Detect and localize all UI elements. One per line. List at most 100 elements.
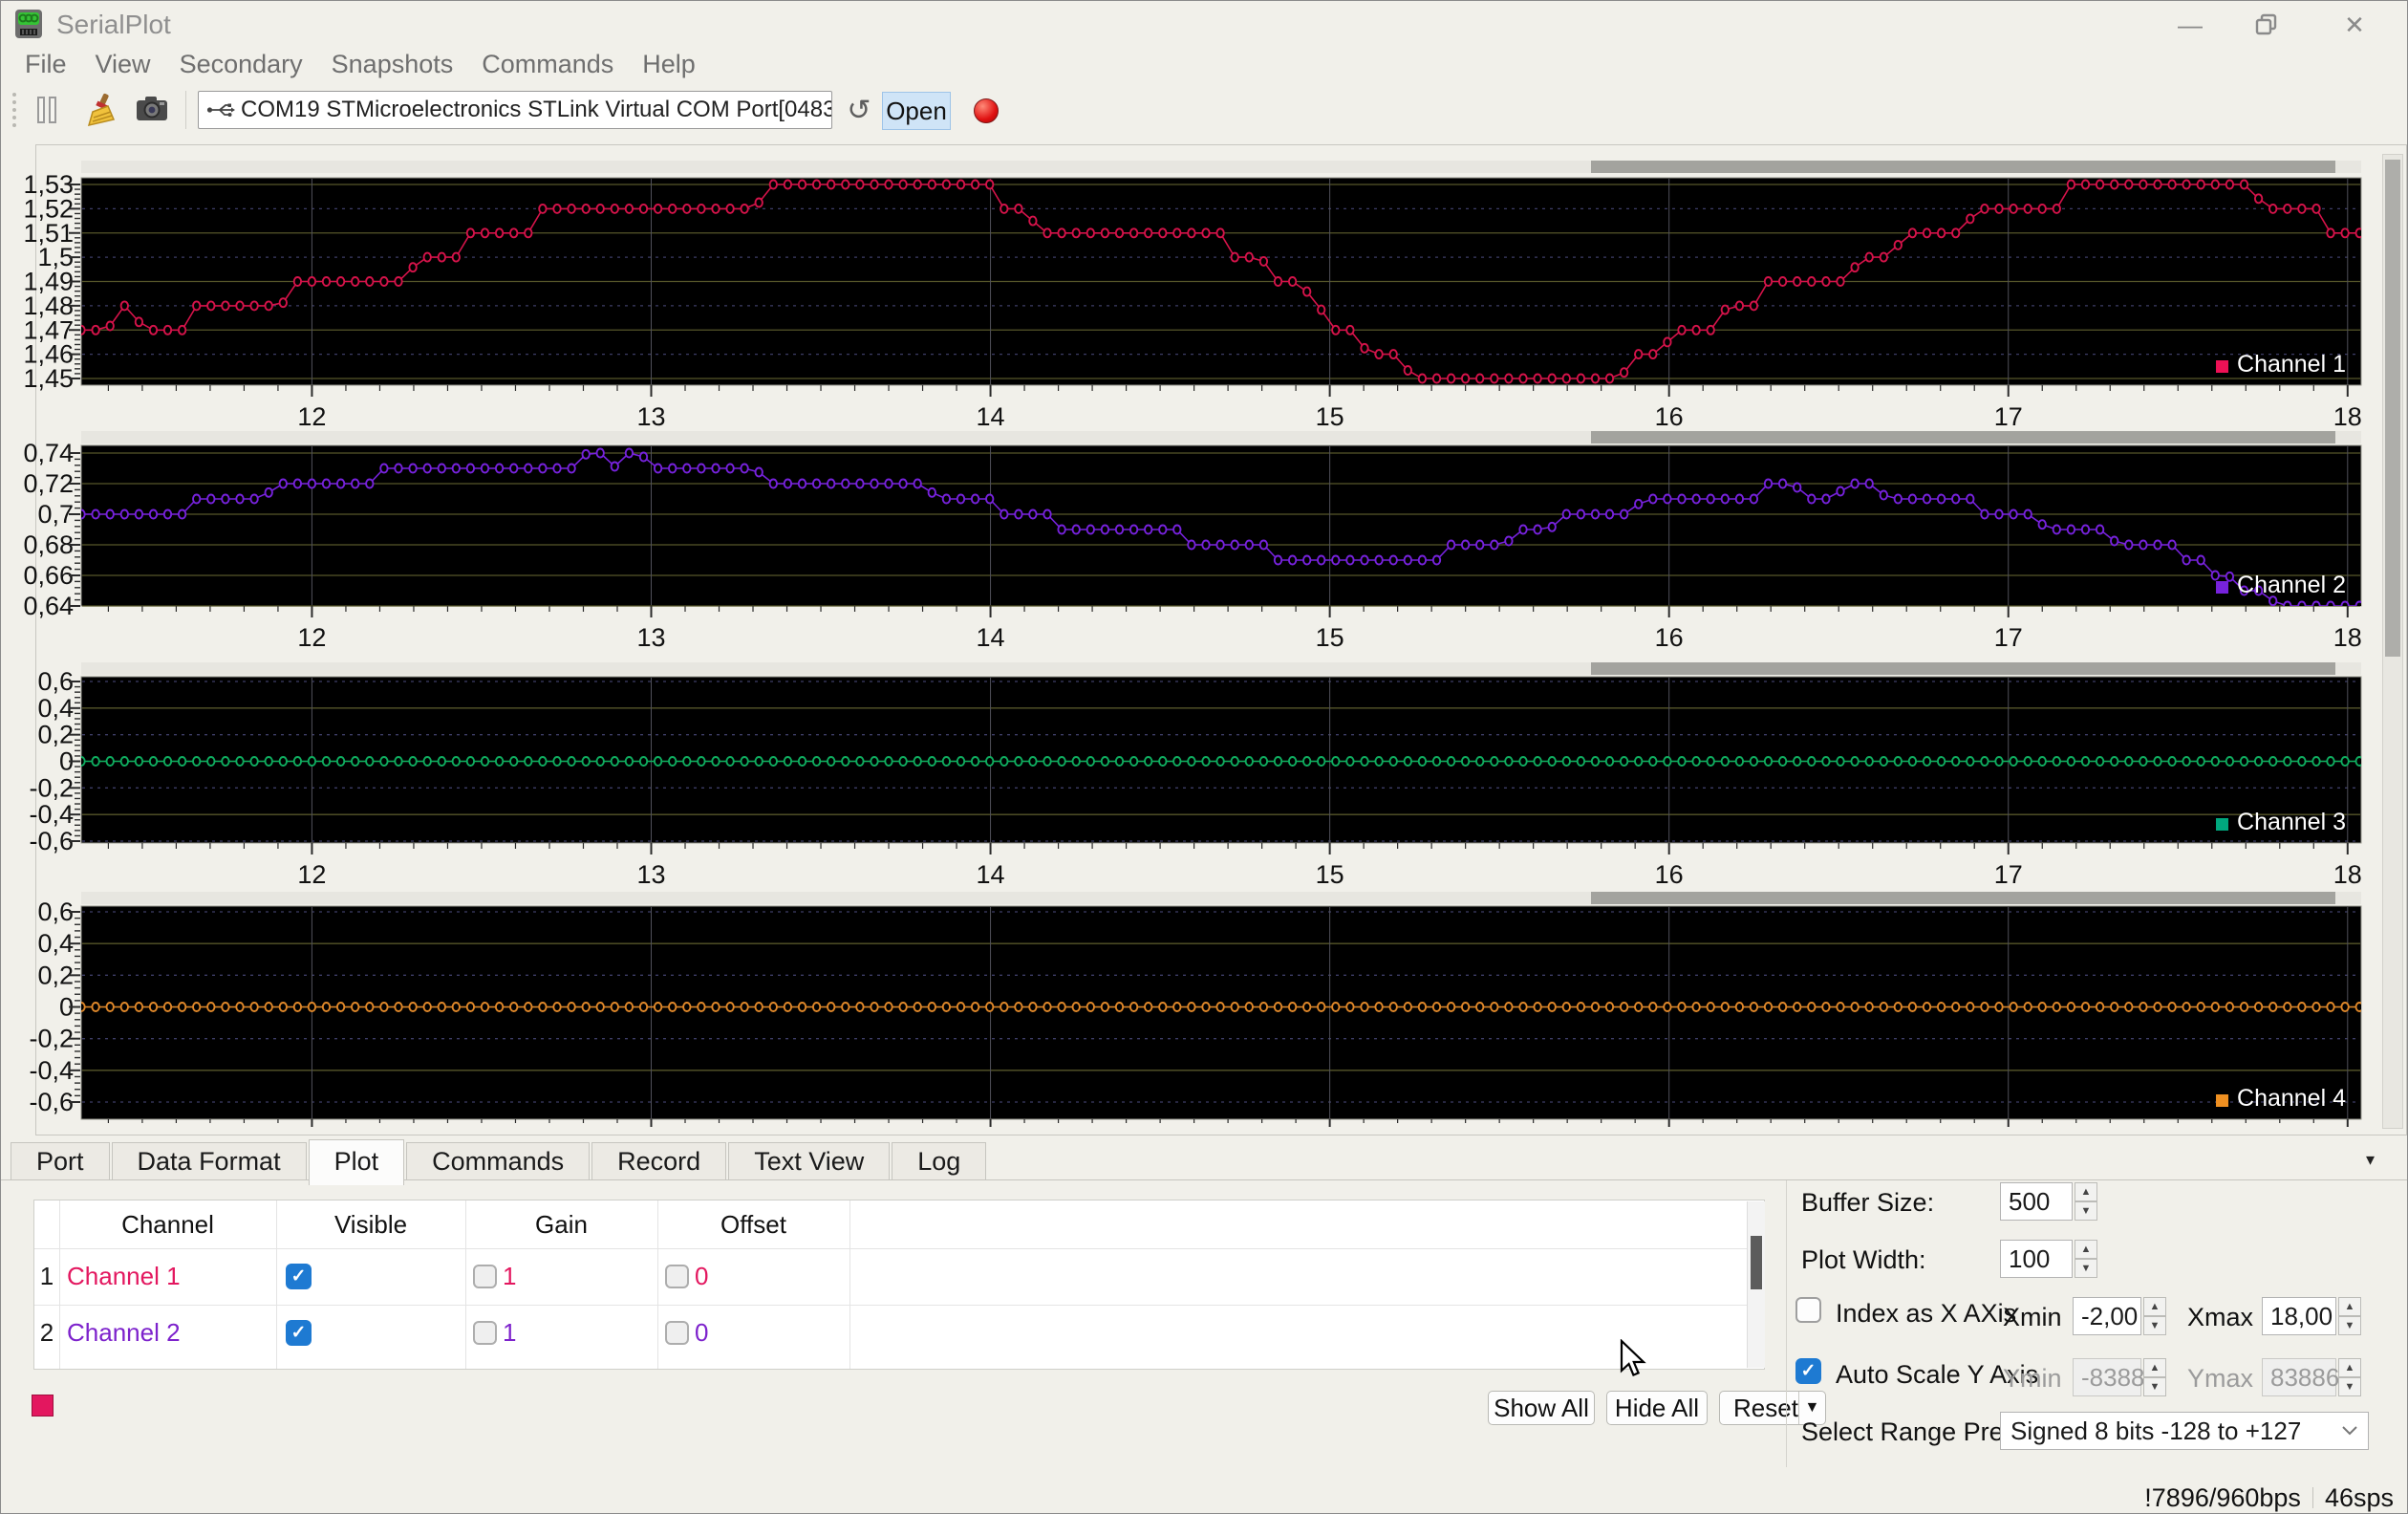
table-scrollbar[interactable]: [1747, 1201, 1765, 1368]
tab-log[interactable]: Log: [892, 1142, 986, 1179]
port-selector-combobox[interactable]: COM19 STMicroelectronics STLink Virtual …: [198, 91, 832, 129]
plot-width-label: Plot Width:: [1801, 1245, 1926, 1275]
close-button[interactable]: ✕: [2333, 11, 2376, 39]
col-header-visible[interactable]: Visible: [276, 1200, 465, 1248]
refresh-ports-button[interactable]: ↺: [844, 91, 874, 129]
svg-text:15: 15: [1316, 623, 1344, 652]
xmin-spinbox[interactable]: -2,00 ▲▼: [2073, 1297, 2166, 1335]
menu-item-view[interactable]: View: [81, 50, 165, 79]
gain-checkbox[interactable]: [473, 1265, 497, 1288]
visible-checkbox[interactable]: ✓: [286, 1320, 312, 1346]
svg-text:-0,2: -0,2: [29, 1025, 74, 1053]
svg-text:1,45: 1,45: [23, 364, 74, 393]
gain-value[interactable]: 1: [503, 1318, 516, 1348]
offset-checkbox[interactable]: [665, 1321, 689, 1345]
svg-text:18: 18: [2333, 860, 2362, 889]
plot-hscroll-thumb[interactable]: [1591, 161, 2335, 173]
restore-icon: [2254, 12, 2279, 37]
autoscale-y-checkbox[interactable]: ✓: [1795, 1358, 1821, 1384]
channel-name[interactable]: Channel 1: [59, 1248, 284, 1305]
menu-item-secondary[interactable]: Secondary: [165, 50, 317, 79]
table-scroll-thumb[interactable]: [1751, 1236, 1762, 1289]
serialplot-window: SerialPlot — ✕ FileViewSecondarySnapshot…: [0, 0, 2408, 1514]
buffer-size-label: Buffer Size:: [1801, 1188, 1934, 1218]
xmax-arrows[interactable]: ▲▼: [2338, 1297, 2361, 1335]
plot-hscroll-thumb[interactable]: [1591, 662, 2335, 675]
offset-value[interactable]: 0: [695, 1318, 708, 1348]
hide-all-button[interactable]: Hide All: [1606, 1391, 1708, 1425]
tabbar: PortData FormatPlotCommandsRecordText Vi…: [1, 1135, 2407, 1180]
range-preset-select[interactable]: Signed 8 bits -128 to +127: [2000, 1412, 2369, 1450]
offset-cell: 0: [657, 1248, 857, 1305]
restore-button[interactable]: [2245, 11, 2289, 39]
tab-port[interactable]: Port: [11, 1142, 110, 1179]
svg-text:0,74: 0,74: [23, 439, 74, 467]
pause-button[interactable]: [37, 97, 62, 123]
plot-channel-1[interactable]: 1,531,521,511,51,491,481,471,461,4512131…: [1, 144, 2408, 431]
plot-hscroll-thumb[interactable]: [1591, 892, 2335, 904]
plot-vertical-scrollbar[interactable]: [2382, 154, 2403, 1129]
col-header-gain[interactable]: Gain: [465, 1200, 657, 1248]
xmin-label: Xmin: [2003, 1303, 2062, 1332]
menu-item-snapshots[interactable]: Snapshots: [317, 50, 468, 79]
plot-width-arrows[interactable]: ▲▼: [2075, 1240, 2097, 1278]
ymin-value: -8388: [2073, 1358, 2141, 1396]
channel-name[interactable]: Channel 2: [59, 1305, 284, 1361]
status-separator: [2312, 1487, 2313, 1508]
svg-text:14: 14: [977, 623, 1005, 652]
toolbar-drag-handle[interactable]: [12, 93, 16, 127]
tab-overflow-button[interactable]: ▾: [2366, 1150, 2375, 1170]
show-all-button[interactable]: Show All: [1488, 1391, 1595, 1425]
offset-checkbox[interactable]: [665, 1265, 689, 1288]
row-number: 2: [34, 1305, 59, 1361]
tab-text-view[interactable]: Text View: [728, 1142, 890, 1179]
status-bps: !7896/960bps: [2144, 1483, 2301, 1513]
tab-data-format[interactable]: Data Format: [112, 1142, 307, 1179]
offset-value[interactable]: 0: [695, 1262, 708, 1291]
svg-text:0,66: 0,66: [23, 561, 74, 590]
record-button[interactable]: [974, 98, 999, 123]
window-title: SerialPlot: [56, 10, 171, 40]
minimize-button[interactable]: —: [2168, 11, 2212, 39]
legend-swatch: [2216, 360, 2228, 373]
plot-channel-3[interactable]: 0,60,40,20-0,2-0,4-0,612131415161718Chan…: [1, 656, 2408, 891]
menu-item-file[interactable]: File: [11, 50, 81, 79]
gain-cell: 1: [465, 1305, 665, 1361]
plot-channel-2[interactable]: 0,740,720,70,680,660,6412131415161718Cha…: [1, 424, 2408, 656]
plot-vscroll-thumb[interactable]: [2385, 160, 2400, 657]
plot-channel-4[interactable]: 0,60,40,20-0,2-0,4-0,6Channel 4: [1, 891, 2408, 1133]
clear-plot-button[interactable]: [85, 93, 116, 127]
status-sps: 46sps: [2325, 1483, 2394, 1513]
snapshot-camera-button[interactable]: [135, 93, 169, 123]
menu-item-help[interactable]: Help: [628, 50, 710, 79]
svg-text:13: 13: [636, 860, 665, 889]
xmax-spinbox[interactable]: 18,00 ▲▼: [2262, 1297, 2361, 1335]
ymax-spinbox: 83886 ▲▼: [2262, 1358, 2361, 1396]
xmin-arrows[interactable]: ▲▼: [2143, 1297, 2166, 1335]
buffer-size-arrows[interactable]: ▲▼: [2075, 1182, 2097, 1221]
gain-value[interactable]: 1: [503, 1262, 516, 1291]
visible-checkbox[interactable]: ✓: [286, 1264, 312, 1289]
buffer-size-spinbox[interactable]: 500 ▲▼: [2000, 1182, 2097, 1221]
index-x-axis-checkbox[interactable]: [1795, 1297, 1821, 1323]
plot-hscroll-thumb[interactable]: [1591, 431, 2335, 443]
settings-separator: [1786, 1180, 1787, 1467]
svg-text:0,4: 0,4: [37, 929, 74, 958]
xmax-value[interactable]: 18,00: [2262, 1297, 2336, 1335]
open-port-button[interactable]: Open: [882, 92, 951, 130]
tab-commands[interactable]: Commands: [406, 1142, 590, 1179]
tab-plot[interactable]: Plot: [309, 1139, 405, 1185]
channel-color-swatch[interactable]: [32, 1395, 54, 1417]
menu-item-commands[interactable]: Commands: [467, 50, 628, 79]
plot-width-spinbox[interactable]: 100 ▲▼: [2000, 1240, 2097, 1278]
svg-text:15: 15: [1316, 860, 1344, 889]
gain-checkbox[interactable]: [473, 1321, 497, 1345]
svg-text:0,64: 0,64: [23, 592, 74, 620]
col-header-channel[interactable]: Channel: [59, 1200, 276, 1248]
xmax-label: Xmax: [2187, 1303, 2253, 1332]
plot-width-value[interactable]: 100: [2000, 1240, 2073, 1278]
col-header-offset[interactable]: Offset: [657, 1200, 849, 1248]
buffer-size-value[interactable]: 500: [2000, 1182, 2073, 1221]
xmin-value[interactable]: -2,00: [2073, 1297, 2141, 1335]
tab-record[interactable]: Record: [591, 1142, 726, 1179]
